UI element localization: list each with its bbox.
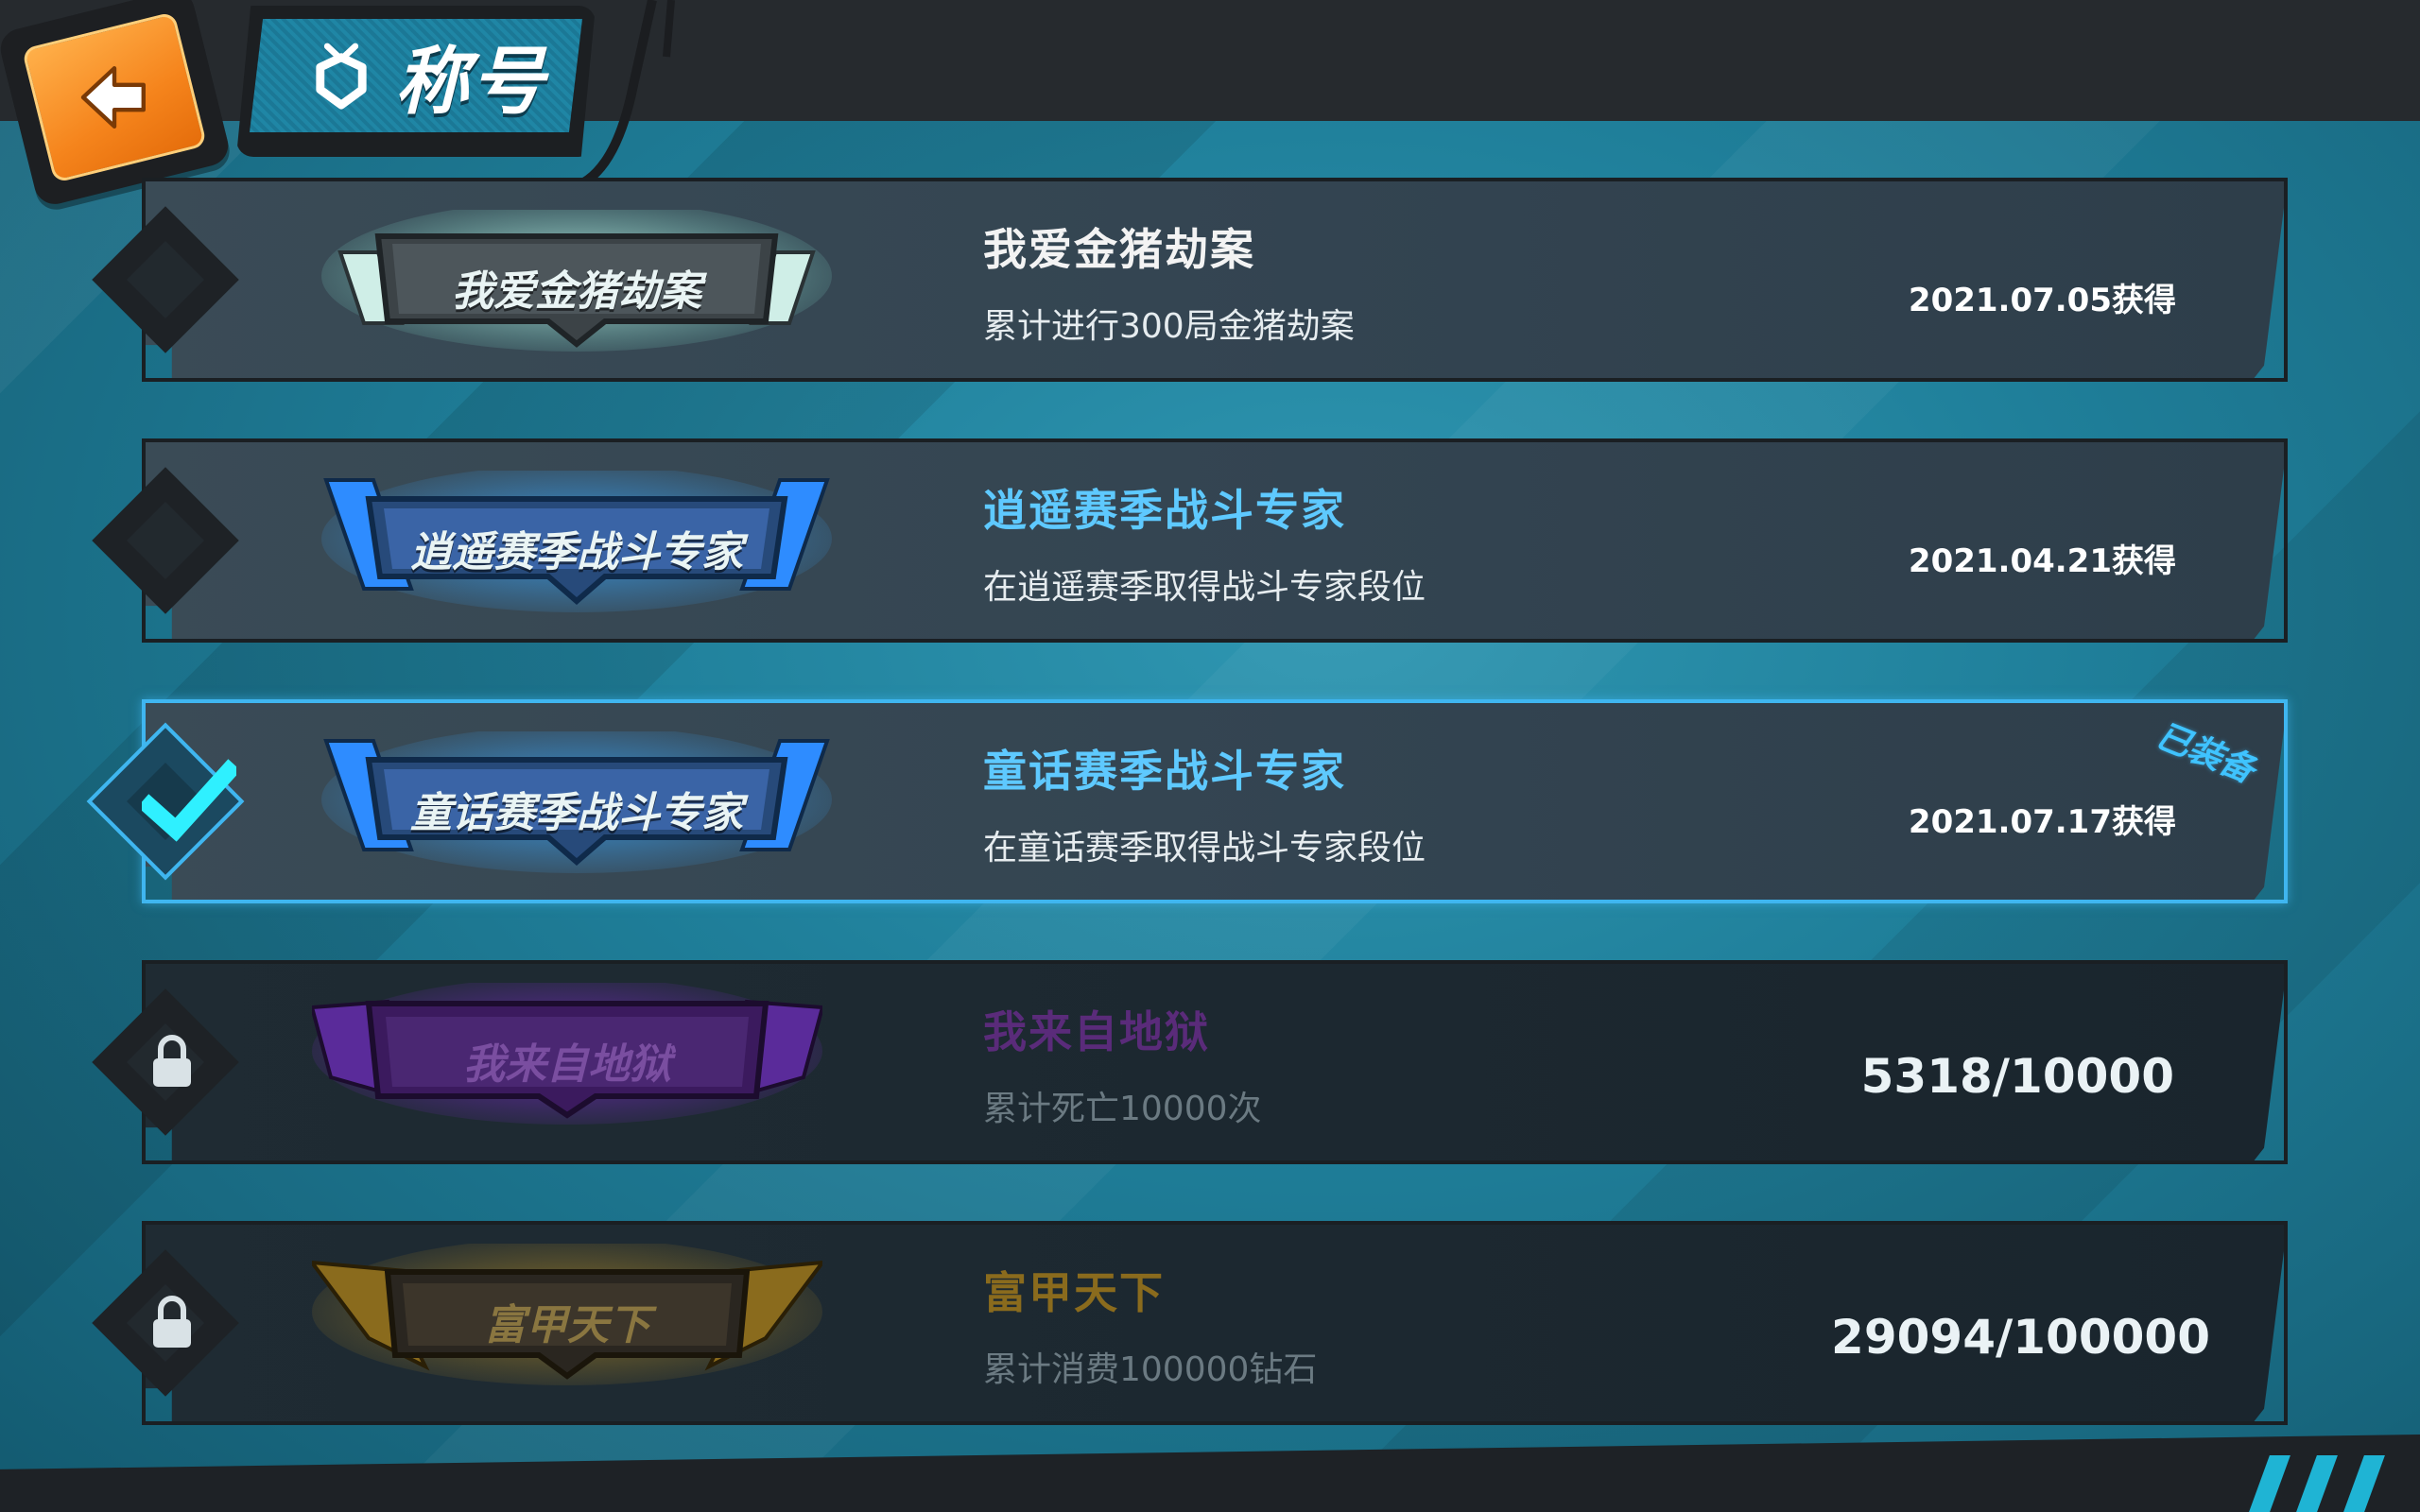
title-badge-5: 富甲天下: [307, 1238, 827, 1385]
back-arrow-icon: [80, 66, 146, 129]
badge-label-3: 童话赛季战斗专家: [410, 789, 743, 837]
badge-label-1: 我爱金猪劫案: [452, 267, 701, 316]
badge-label-2: 逍遥赛季战斗专家: [410, 528, 743, 576]
title-badge-2: 逍遥赛季战斗专家: [321, 465, 832, 612]
obtained-date-1: 2021.07.05获得: [1908, 282, 2176, 319]
progress-count-5: 29094/100000: [1831, 1310, 2210, 1365]
lock-icon: [153, 1035, 191, 1087]
title-name-4: 我来自地狱: [983, 1006, 1210, 1057]
badge-label-5: 富甲天下: [484, 1301, 650, 1349]
title-badge-1: 我爱金猪劫案: [321, 200, 832, 352]
obtained-date-2: 2021.04.21获得: [1908, 542, 2176, 580]
title-desc-4: 累计死亡10000次: [983, 1090, 1262, 1128]
page-title: 称号: [395, 40, 547, 125]
title-desc-3: 在童话赛季取得战斗专家段位: [983, 829, 1426, 868]
decor-stripes: [2231, 1455, 2420, 1512]
bottom-bar: [0, 1435, 2420, 1512]
checkmark-icon: [142, 759, 236, 842]
title-name-2: 逍遥赛季战斗专家: [983, 485, 1346, 536]
back-button[interactable]: [0, 0, 233, 209]
title-badge-icon: [316, 43, 367, 110]
title-desc-1: 累计进行300局金猪劫案: [983, 307, 1355, 346]
title-desc-2: 在逍遥赛季取得战斗专家段位: [983, 568, 1426, 607]
progress-count-4: 5318/10000: [1860, 1049, 2174, 1104]
obtained-date-3: 2021.07.17获得: [1908, 803, 2176, 841]
title-name-1: 我爱金猪劫案: [983, 224, 1255, 275]
badge-label-4: 我来自地狱: [463, 1040, 671, 1089]
title-badge-3: 童话赛季战斗专家: [321, 726, 832, 873]
title-name-3: 童话赛季战斗专家: [983, 746, 1346, 797]
title-badge-4: 我来自地狱: [309, 977, 825, 1125]
lock-icon: [153, 1296, 191, 1348]
title-desc-5: 累计消费100000钻石: [983, 1350, 1318, 1389]
cable-decor: [565, 0, 675, 194]
title-name-5: 富甲天下: [983, 1267, 1165, 1318]
